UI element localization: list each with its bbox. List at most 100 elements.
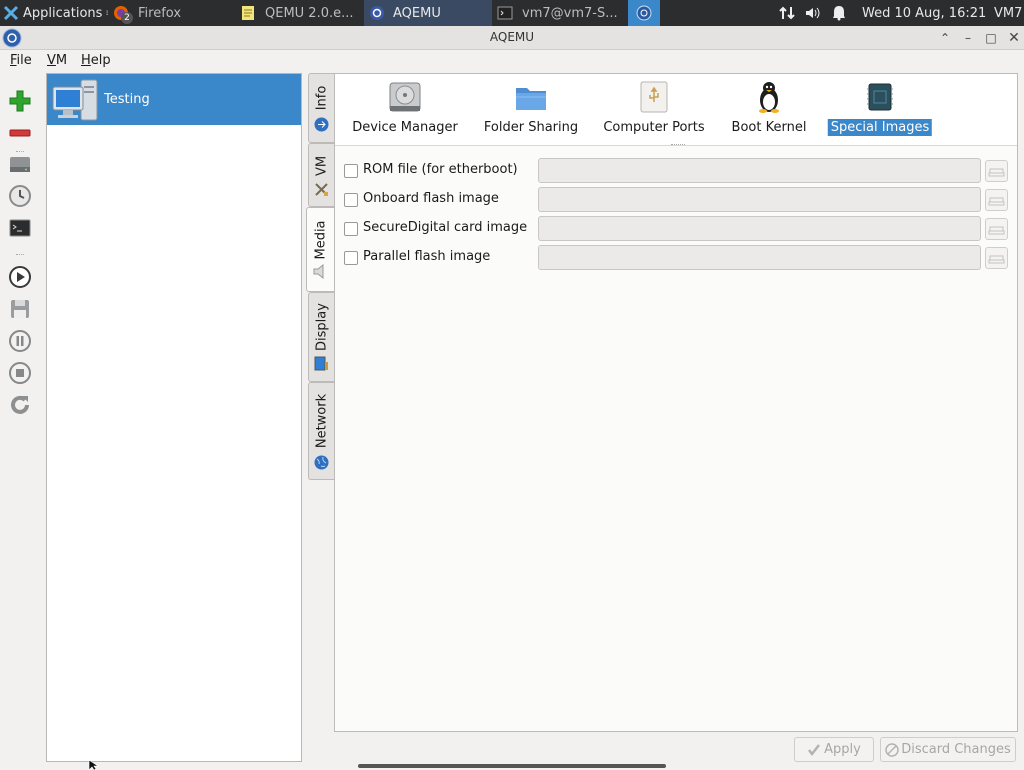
- folder-sharing-button[interactable]: Folder Sharing: [475, 74, 587, 146]
- monitor-console-button[interactable]: [6, 214, 34, 242]
- network-icon[interactable]: [778, 5, 796, 21]
- window-title: AQEMU: [489, 30, 535, 44]
- special-images-button[interactable]: Special Images: [827, 74, 933, 146]
- computer-ports-label: Computer Ports: [603, 120, 705, 135]
- stop-vm-button[interactable]: [6, 359, 34, 387]
- sd-card-row: SecureDigital card image: [335, 216, 1017, 242]
- rom-file-path-field[interactable]: [538, 158, 981, 183]
- rom-file-label: ROM file (for etherboot): [363, 162, 518, 177]
- parallel-flash-checkbox[interactable]: [344, 251, 358, 265]
- taskbar-item-terminal[interactable]: vm7@vm7-S...: [494, 0, 624, 26]
- rom-file-browse-button[interactable]: [985, 160, 1008, 182]
- notification-bell-icon[interactable]: [832, 5, 846, 21]
- tab-info[interactable]: Info: [308, 73, 334, 143]
- sd-card-path-field[interactable]: [538, 216, 981, 241]
- close-button[interactable]: ✕: [1005, 29, 1023, 47]
- applications-label: Applications: [23, 5, 103, 21]
- pause-vm-button[interactable]: [6, 327, 34, 355]
- horizontal-scrollbar[interactable]: [358, 764, 666, 768]
- tab-display-label: Display: [314, 303, 329, 351]
- apply-label: Apply: [824, 742, 861, 757]
- add-vm-button[interactable]: [6, 87, 34, 115]
- sd-card-checkbox[interactable]: [344, 222, 358, 236]
- minimize-button[interactable]: –: [959, 29, 977, 47]
- apply-button[interactable]: Apply: [794, 737, 874, 762]
- start-vm-button[interactable]: [6, 263, 34, 291]
- globe-icon: [314, 455, 329, 470]
- menu-grip-icon: ≡: [105, 8, 108, 19]
- browse-icon: [988, 168, 1005, 177]
- boot-kernel-button[interactable]: Boot Kernel: [719, 74, 819, 146]
- floppy-icon: [11, 300, 29, 318]
- onboard-flash-label: Onboard flash image: [363, 191, 499, 206]
- info-icon: [314, 117, 329, 132]
- speaker-icon: [313, 264, 324, 279]
- delete-vm-button[interactable]: [6, 119, 34, 147]
- tab-vm-label: VM: [314, 155, 329, 177]
- stop-icon: [9, 362, 31, 384]
- tools-icon: [315, 183, 328, 196]
- onboard-flash-path-field[interactable]: [538, 187, 981, 212]
- applications-menu[interactable]: Applications ≡: [0, 0, 108, 26]
- disk-manager-button[interactable]: [6, 150, 34, 178]
- menu-file-label: ile: [16, 53, 32, 68]
- special-images-label: Special Images: [827, 119, 933, 136]
- window-titlebar[interactable]: AQEMU ⌃ – □ ✕: [0, 26, 1024, 50]
- discard-changes-button[interactable]: Discard Changes: [880, 737, 1016, 762]
- save-state-button[interactable]: [6, 295, 34, 323]
- reset-vm-button[interactable]: [6, 391, 34, 419]
- volume-icon[interactable]: [804, 5, 822, 21]
- taskbar-item-qemu[interactable]: QEMU 2.0.e...: [240, 0, 362, 26]
- taskbar-item-label: QEMU 2.0.e...: [265, 5, 354, 21]
- taskbar-item-label: Firefox: [138, 5, 182, 21]
- folder-sharing-label: Folder Sharing: [483, 120, 579, 135]
- snapshot-button[interactable]: [6, 182, 34, 210]
- device-manager-button[interactable]: Device Manager: [349, 74, 461, 146]
- computer-ports-button[interactable]: Computer Ports: [597, 74, 711, 146]
- menu-file[interactable]: File: [10, 53, 32, 68]
- rom-file-checkbox[interactable]: [344, 164, 358, 178]
- media-panel: Device Manager Folder Sharing Computer P…: [334, 73, 1018, 732]
- onboard-flash-row: Onboard flash image: [335, 187, 1017, 213]
- tab-media[interactable]: Media: [306, 207, 335, 292]
- aqemu-icon: [370, 6, 384, 20]
- workspace-switcher[interactable]: [628, 0, 660, 26]
- parallel-flash-path-field[interactable]: [538, 245, 981, 270]
- monitor-icon: [314, 356, 328, 371]
- text-editor-icon: [242, 6, 254, 20]
- clock[interactable]: Wed 10 Aug, 16:21: [862, 0, 986, 26]
- harddisk-icon: [389, 82, 421, 112]
- sd-card-browse-button[interactable]: [985, 218, 1008, 240]
- menu-help[interactable]: Help: [81, 53, 111, 68]
- tab-display[interactable]: Display: [308, 292, 334, 382]
- rom-file-row: ROM file (for etherboot): [335, 158, 1017, 184]
- browse-icon: [988, 226, 1005, 235]
- firefox-icon: 2: [112, 4, 133, 24]
- clock-icon: [9, 185, 31, 207]
- onboard-flash-checkbox[interactable]: [344, 193, 358, 207]
- taskbar-item-aqemu[interactable]: AQEMU: [364, 0, 492, 26]
- vm-list[interactable]: Testing: [46, 73, 302, 762]
- device-category-bar: Device Manager Folder Sharing Computer P…: [335, 74, 1017, 146]
- browse-icon: [988, 255, 1005, 264]
- menu-vm-label: M: [55, 53, 68, 68]
- taskbar-item-label: AQEMU: [393, 5, 441, 21]
- parallel-flash-browse-button[interactable]: [985, 247, 1008, 269]
- reload-icon: [11, 395, 29, 414]
- menu-vm[interactable]: VM: [47, 53, 67, 68]
- onboard-flash-browse-button[interactable]: [985, 189, 1008, 211]
- tab-vm[interactable]: VM: [308, 143, 334, 207]
- tab-network[interactable]: Network: [308, 382, 334, 480]
- shade-button[interactable]: ⌃: [936, 29, 954, 47]
- harddisk-icon: [10, 157, 30, 172]
- workspace-icon: [636, 5, 652, 21]
- vm-list-item[interactable]: Testing: [47, 74, 301, 125]
- computer-icon: [52, 79, 98, 121]
- user-label[interactable]: VM7: [994, 0, 1022, 26]
- play-icon: [9, 266, 31, 288]
- taskbar-item-firefox[interactable]: 2 Firefox: [112, 0, 232, 26]
- maximize-button[interactable]: □: [982, 29, 1000, 47]
- menu-help-label: elp: [90, 53, 111, 68]
- splitter-handle[interactable]: [671, 144, 685, 146]
- taskbar-item-label: vm7@vm7-S...: [522, 5, 618, 21]
